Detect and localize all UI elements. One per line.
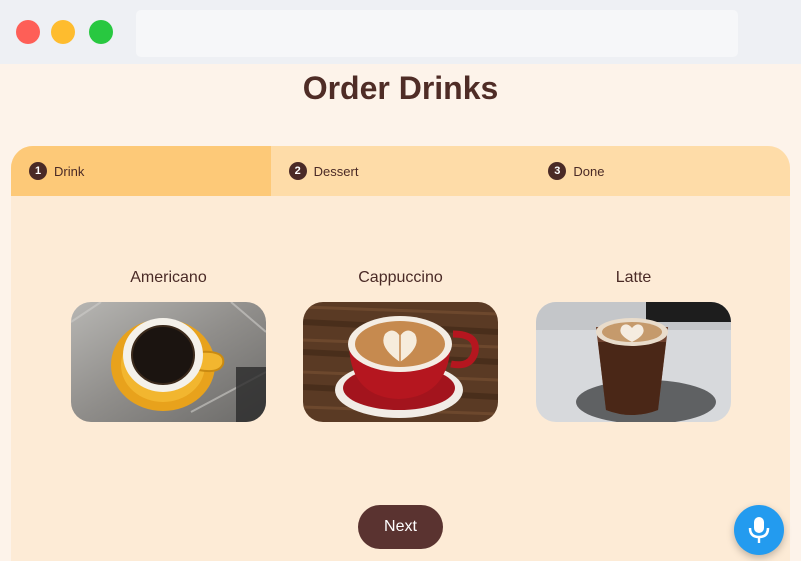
order-card: 1 Drink 2 Dessert 3 Done Americano Cappu…: [11, 146, 790, 561]
latte-photo[interactable]: [536, 302, 731, 422]
voice-input-button[interactable]: [734, 505, 784, 555]
drink-option-latte[interactable]: Latte: [536, 268, 731, 422]
page-title: Order Drinks: [302, 70, 499, 106]
minimize-window-button[interactable]: [51, 20, 75, 44]
drink-name: Cappuccino: [358, 269, 443, 286]
address-bar[interactable]: [136, 10, 738, 57]
americano-photo[interactable]: [71, 302, 266, 422]
maximize-window-button[interactable]: [89, 20, 113, 44]
drink-option-americano[interactable]: Americano: [71, 268, 266, 422]
drink-option-cappuccino[interactable]: Cappuccino: [303, 268, 498, 422]
cappuccino-photo[interactable]: [303, 302, 498, 422]
microphone-icon: [748, 517, 770, 543]
browser-titlebar: [0, 0, 801, 64]
drink-options: Americano Cappuccino Latte: [11, 146, 790, 561]
close-window-button[interactable]: [16, 20, 40, 44]
drink-name: Latte: [615, 269, 652, 286]
next-button[interactable]: Next: [358, 505, 443, 549]
drink-name: Americano: [130, 269, 207, 286]
